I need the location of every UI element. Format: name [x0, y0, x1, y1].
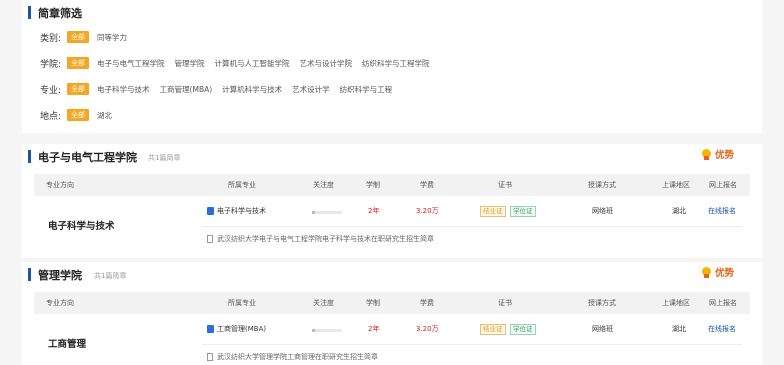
filter-panel: 简章筛选 类别: 全部 同等学力 学院: 全部 电子与电气工程学院 管理学院 计… [22, 0, 762, 133]
th-attention: 关注度 [313, 181, 334, 189]
th-direction: 专业方向 [46, 181, 74, 189]
filter-college-option[interactable]: 计算机与人工智能学院 [215, 58, 290, 69]
advantage-text: 优势 [714, 150, 734, 161]
fee-value: 3.20万 [416, 207, 439, 215]
th-signup: 网上报名 [709, 299, 737, 307]
certificate-badge-completion: 结业证 [480, 324, 506, 335]
filter-major-option[interactable]: 工商管理(MBA) [160, 84, 213, 95]
section-marker [28, 150, 31, 163]
filter-location-all[interactable]: 全部 [67, 109, 90, 121]
region-value: 湖北 [672, 325, 686, 333]
advantage-label: 优势 [701, 147, 734, 161]
th-major: 所属专业 [228, 299, 256, 307]
major-link-text: 工商管理(MBA) [217, 325, 267, 333]
major-link-text: 电子科学与技术 [217, 207, 266, 215]
filter-major-option[interactable]: 计算机科学与技术 [222, 84, 282, 95]
brochure-title: 武汉纺织大学管理学院工商管理在职研究生招生简章 [217, 353, 378, 361]
filter-row-major: 专业: 全部 电子科学与技术 工商管理(MBA) 计算机科学与技术 艺术设计学 … [40, 82, 402, 96]
certificate-badge-degree: 学位证 [510, 324, 536, 335]
document-icon [207, 325, 214, 333]
college-title[interactable]: 电子与电气工程学院 [38, 149, 137, 165]
attention-bar [312, 329, 342, 332]
medal-icon [701, 148, 711, 160]
region-value: 湖北 [672, 207, 686, 215]
major-direction: 工商管理 [48, 339, 87, 350]
page-icon [207, 353, 213, 361]
brochure-count: 共1篇简章 [94, 272, 127, 280]
advantage-label: 优势 [701, 265, 734, 279]
th-certificate: 证书 [498, 181, 512, 189]
th-major: 所属专业 [228, 181, 256, 189]
major-link[interactable]: 电子科学与技术 [207, 206, 266, 216]
online-signup-link[interactable]: 在线报名 [708, 324, 736, 334]
filter-title: 简章筛选 [38, 7, 82, 20]
th-region: 上课地区 [662, 299, 690, 307]
filter-category-option[interactable]: 同等学力 [97, 32, 127, 43]
medal-icon [701, 266, 711, 278]
major-link[interactable]: 工商管理(MBA) [207, 324, 266, 334]
attention-bar [312, 211, 342, 214]
college-block: 管理学院 共1篇简章 优势 专业方向 所属专业 关注度 学制 学费 证书 授课方… [22, 262, 762, 365]
filter-row-location: 地点: 全部 湖北 [40, 108, 122, 122]
section-marker [28, 6, 31, 19]
duration-value: 2年 [368, 325, 380, 333]
th-region: 上课地区 [662, 181, 690, 189]
college-block-header: 管理学院 共1篇简章 优势 [22, 262, 762, 284]
filter-label-major: 专业: [40, 85, 62, 96]
filter-label-category: 类别: [40, 33, 62, 44]
duration-value: 2年 [368, 207, 380, 215]
filter-major-option[interactable]: 艺术设计学 [292, 84, 330, 95]
filter-college-option[interactable]: 电子与电气工程学院 [97, 58, 165, 69]
attention-bar-fill [312, 329, 315, 332]
filter-label-college: 学院: [40, 59, 62, 70]
document-icon [207, 207, 214, 215]
filter-row-college: 学院: 全部 电子与电气工程学院 管理学院 计算机与人工智能学院 艺术与设计学院… [40, 56, 440, 70]
certificate-badge-completion: 结业证 [480, 206, 506, 217]
college-block-header: 电子与电气工程学院 共1篇简章 优势 [22, 144, 762, 166]
table-header: 专业方向 所属专业 关注度 学制 学费 证书 授课方式 上课地区 网上报名 [34, 292, 750, 314]
filter-college-option[interactable]: 纺织科学与工程学院 [362, 58, 430, 69]
college-block: 电子与电气工程学院 共1篇简章 优势 专业方向 所属专业 关注度 学制 学费 证… [22, 144, 762, 258]
brochure-title: 武汉纺织大学电子与电气工程学院电子科学与技术在职研究生招生简章 [217, 235, 434, 243]
filter-location-option[interactable]: 湖北 [97, 110, 112, 121]
row-divider [202, 226, 742, 227]
filter-college-all[interactable]: 全部 [67, 57, 90, 69]
th-signup: 网上报名 [709, 181, 737, 189]
college-title[interactable]: 管理学院 [38, 267, 82, 283]
brochure-count: 共1篇简章 [148, 154, 181, 162]
filter-major-option[interactable]: 纺织科学与工程 [340, 84, 393, 95]
mode-value: 网络班 [592, 207, 613, 215]
brochure-link[interactable]: 武汉纺织大学电子与电气工程学院电子科学与技术在职研究生招生简章 [207, 234, 434, 244]
th-attention: 关注度 [313, 299, 334, 307]
filter-category-all[interactable]: 全部 [67, 31, 90, 43]
online-signup-link[interactable]: 在线报名 [708, 206, 736, 216]
row-divider [202, 344, 742, 345]
th-fee: 学费 [420, 181, 434, 189]
th-mode: 授课方式 [588, 181, 616, 189]
th-duration: 学制 [366, 299, 380, 307]
th-fee: 学费 [420, 299, 434, 307]
certificate-badge-degree: 学位证 [510, 206, 536, 217]
page-icon [207, 235, 213, 243]
mode-value: 网络班 [592, 325, 613, 333]
attention-bar-fill [312, 211, 315, 214]
table-header: 专业方向 所属专业 关注度 学制 学费 证书 授课方式 上课地区 网上报名 [34, 174, 750, 196]
filter-row-category: 类别: 全部 同等学力 [40, 30, 137, 44]
filter-college-option[interactable]: 艺术与设计学院 [300, 58, 353, 69]
th-direction: 专业方向 [46, 299, 74, 307]
filter-label-location: 地点: [40, 111, 62, 122]
th-certificate: 证书 [498, 299, 512, 307]
filter-major-all[interactable]: 全部 [67, 83, 90, 95]
brochure-link[interactable]: 武汉纺织大学管理学院工商管理在职研究生招生简章 [207, 352, 378, 362]
filter-major-option[interactable]: 电子科学与技术 [97, 84, 150, 95]
th-duration: 学制 [366, 181, 380, 189]
fee-value: 3.20万 [416, 325, 439, 333]
advantage-text: 优势 [714, 268, 734, 279]
filter-college-option[interactable]: 管理学院 [175, 58, 205, 69]
th-mode: 授课方式 [588, 299, 616, 307]
section-marker [28, 268, 31, 281]
major-direction: 电子科学与技术 [48, 221, 115, 232]
